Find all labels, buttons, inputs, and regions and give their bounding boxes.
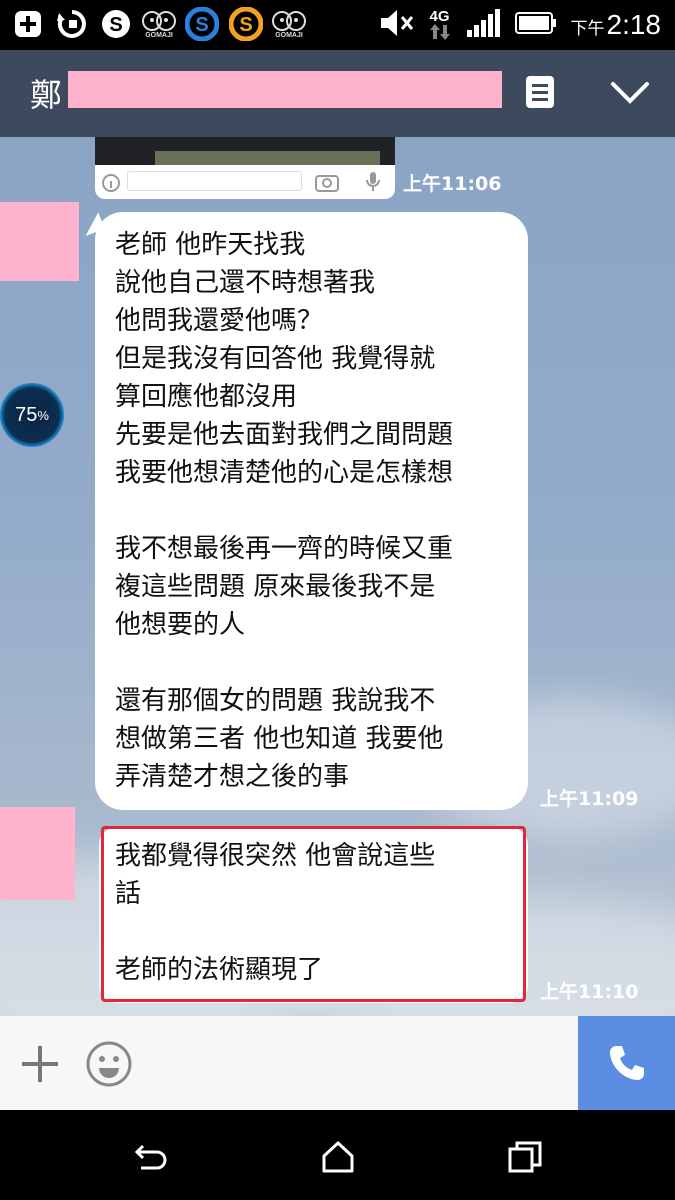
message-line: 他問我還愛他嗎？ xyxy=(115,306,324,336)
input-bar xyxy=(0,1016,675,1110)
plus-icon[interactable] xyxy=(20,1044,60,1084)
add-icon xyxy=(10,6,46,42)
home-icon[interactable] xyxy=(320,1140,356,1174)
skype-icon: S xyxy=(98,6,134,42)
message-line: 先要是他去面對我們之間問題 xyxy=(115,420,454,450)
highlight-box xyxy=(101,826,526,1002)
notification-icons: S GOMAJI S S GOMAJI xyxy=(10,6,306,42)
message-line: 算回應他都沒用 xyxy=(115,382,298,412)
message-line: 我要他想清楚他的心是怎樣想 xyxy=(115,458,454,488)
clock-period: 下午 xyxy=(570,19,605,39)
message-line: 我不想最後再一齊的時候又重 xyxy=(115,534,454,564)
clock: 下午 2:18 xyxy=(571,9,662,41)
gomaji-icon: GOMAJI xyxy=(142,10,176,39)
avatar[interactable] xyxy=(0,202,79,281)
message-line: 複這些問題 原來最後我不是 xyxy=(115,572,436,602)
info-icon xyxy=(102,174,120,192)
message-line xyxy=(115,644,508,682)
network-type: 4G xyxy=(429,8,450,25)
image-input-field xyxy=(127,171,302,191)
navigation-bar xyxy=(0,1110,675,1200)
message-line: 說他自己還不時想著我 xyxy=(115,268,376,298)
image-message[interactable] xyxy=(95,137,395,199)
phone-icon xyxy=(609,1046,644,1080)
message-bubble[interactable]: 老師 他昨天找我 說他自己還不時想著我 他問我還愛他嗎？ 但是我沒有回答他 我覺… xyxy=(95,212,528,810)
recent-apps-icon[interactable] xyxy=(507,1140,543,1174)
network-indicator: 4G xyxy=(429,8,451,40)
camera-icon xyxy=(315,175,339,192)
message-time: 上午11:09 xyxy=(540,788,639,810)
message-time: 上午11:06 xyxy=(403,173,502,195)
message-line: 想做第三者 他也知道 我要他 xyxy=(115,724,444,754)
microphone-icon xyxy=(366,172,380,191)
message-line: 弄清楚才想之後的事 xyxy=(115,762,350,792)
clock-time: 2:18 xyxy=(606,9,662,40)
svg-text:S: S xyxy=(195,14,208,36)
call-button[interactable] xyxy=(578,1016,675,1110)
back-icon[interactable] xyxy=(133,1140,169,1174)
message-line xyxy=(115,492,508,530)
s-app-icon: S xyxy=(184,6,220,42)
battery-overlay-widget[interactable]: 75% xyxy=(0,383,64,447)
svg-text:S: S xyxy=(109,14,122,36)
chat-area[interactable]: 上午11:06 老師 他昨天找我 說他自己還不時想著我 他問我還愛他嗎？ 但是我… xyxy=(0,137,675,1016)
chevron-down-icon[interactable] xyxy=(610,80,650,106)
message-line: 但是我沒有回答他 我覺得就 xyxy=(115,344,436,374)
chat-title[interactable]: 鄭 xyxy=(30,70,62,116)
message-time: 上午11:10 xyxy=(540,981,639,1003)
mute-icon xyxy=(379,8,415,42)
message-line: 還有那個女的問題 我說我不 xyxy=(115,686,436,716)
gomaji-icon: GOMAJI xyxy=(272,10,306,39)
s-app-orange-icon: S xyxy=(228,6,264,42)
redacted-name xyxy=(68,71,502,108)
avatar[interactable] xyxy=(0,807,75,900)
message-line: 他想要的人 xyxy=(115,610,246,640)
memo-icon[interactable] xyxy=(525,75,555,109)
message-line: 老師 他昨天找我 xyxy=(115,230,306,260)
emoji-icon[interactable] xyxy=(85,1040,133,1088)
system-status: 4G 下午 2:18 xyxy=(379,6,662,44)
sync-icon xyxy=(54,6,90,42)
data-arrows-icon xyxy=(429,24,450,40)
gomaji-label: GOMAJI xyxy=(275,31,303,39)
gomaji-label: GOMAJI xyxy=(145,31,173,39)
battery-overlay-unit: % xyxy=(37,407,49,423)
svg-text:S: S xyxy=(239,14,252,36)
image-thumbnail-detail xyxy=(155,151,380,165)
signal-icon xyxy=(465,8,501,42)
status-bar: S GOMAJI S S GOMAJI 4G 下午 2:18 xyxy=(0,0,675,50)
battery-icon xyxy=(514,11,557,39)
battery-overlay-value: 75 xyxy=(15,403,38,426)
chat-title-char: 鄭 xyxy=(30,76,63,114)
